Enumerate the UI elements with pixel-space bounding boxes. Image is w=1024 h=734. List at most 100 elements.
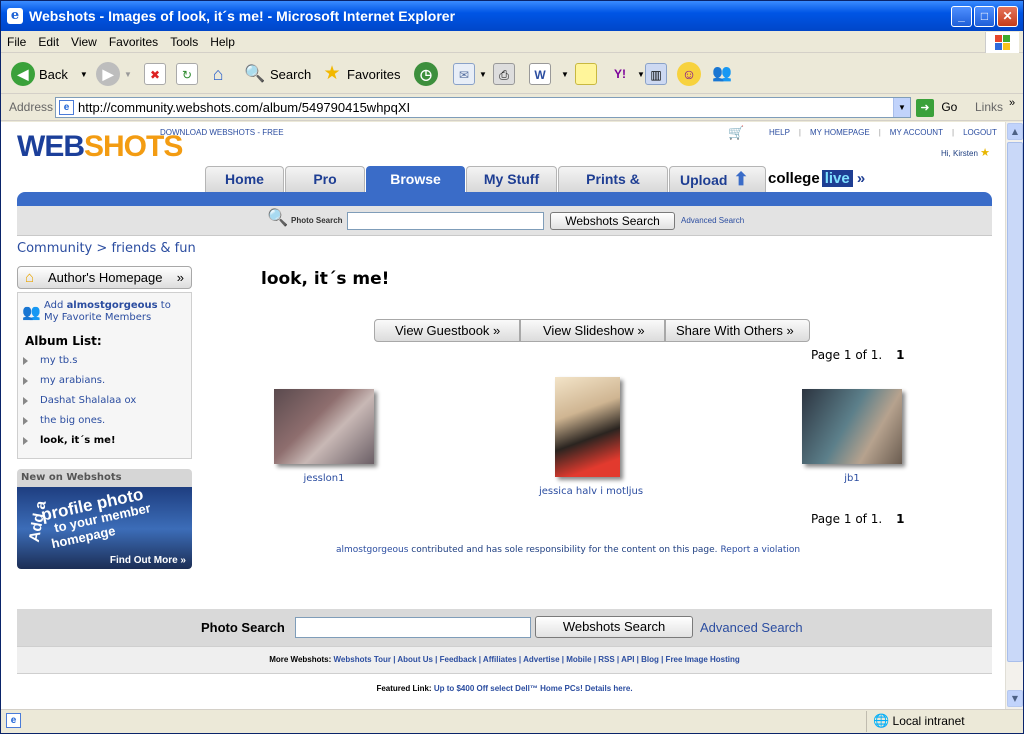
refresh-button[interactable]: ↻ [176,60,198,88]
note-icon [575,63,597,85]
menu-tools[interactable]: Tools [164,31,204,49]
forward-button[interactable]: ▶ ▼ [96,60,132,88]
scroll-thumb[interactable] [1007,142,1023,662]
stop-icon: ✖ [144,63,166,85]
web-page: WEBSHOTS DOWNLOAD WEBSHOTS - FREE 🛒 HELP… [1,122,1005,709]
tab-pro-shots[interactable]: Pro Shots [285,166,365,211]
msn-buddies-icon: 👥 [712,65,732,82]
report-violation-link[interactable]: Report a violation [720,545,800,555]
search-button[interactable]: 🔍 Search [244,60,311,88]
photo-thumbnail[interactable] [802,389,902,464]
album-item[interactable]: my arabians. [22,375,105,386]
college-live-logo[interactable]: college live » [768,170,865,187]
discuss-button[interactable] [575,60,597,88]
advanced-search-link[interactable]: Advanced Search [681,216,744,225]
help-link[interactable]: HELP [769,128,790,137]
photo-caption[interactable]: jessica halv i motljus [516,486,666,497]
photo-thumbnail[interactable] [274,389,374,464]
go-button[interactable]: ➜ Go [916,97,966,118]
history-button[interactable]: ◷ [414,60,438,88]
author-homepage-button[interactable]: ⌂ Author's Homepage » [17,266,192,289]
photo-caption[interactable]: jb1 [802,473,902,484]
menu-help[interactable]: Help [204,31,241,49]
top-search-bar: 🔍 Photo Search Webshots Search Advanced … [17,206,992,236]
menu-view[interactable]: View [65,31,103,49]
links-label[interactable]: Links [975,100,1003,114]
menu-edit[interactable]: Edit [32,31,65,49]
tab-home[interactable]: Home [205,166,284,192]
stop-button[interactable]: ✖ [144,60,166,88]
greeting: Hi, Kirsten ★ [941,147,991,159]
webshots-search-button[interactable]: Webshots Search [550,212,675,230]
footer-photo-search-label: Photo Search [201,620,285,635]
address-dropdown-icon[interactable]: ▼ [893,98,910,117]
photo-caption[interactable]: jesslon1 [274,473,374,484]
webshots-logo[interactable]: WEBSHOTS [17,130,183,164]
promo-banner[interactable]: New on Webshots profile photo to your me… [17,469,192,569]
menu-bar: File Edit View Favorites Tools Help [1,31,1023,53]
ie-logo-icon: e [7,8,23,24]
main-nav-tabs: Home Pro Shots Browse My Stuff Prints & … [205,166,767,211]
close-button[interactable]: ✕ [997,6,1018,27]
scroll-down-icon[interactable]: ▼ [1007,690,1023,707]
favorites-button[interactable]: ★ Favorites [321,60,400,88]
links-chevron-icon[interactable]: » [1009,97,1015,109]
footer-search-button[interactable]: Webshots Search [535,616,693,638]
footer-search-input[interactable] [295,617,531,638]
footer-advanced-search-link[interactable]: Advanced Search [700,620,803,635]
yahoo-button[interactable]: Y! ▼ [607,60,645,88]
edit-word-button[interactable]: W ▼ [529,60,569,88]
view-guestbook-button[interactable]: View Guestbook » [374,319,520,342]
tab-browse[interactable]: Browse [366,166,465,192]
add-favorite-link[interactable]: Add almostgorgeous to My Favorite Member… [44,300,188,324]
album-item[interactable]: my tb.s [23,355,78,366]
featured-link-text[interactable]: Up to $400 Off select Dell™ Home PCs! De… [434,684,633,693]
vertical-scrollbar[interactable]: ▲ ▼ [1005,122,1023,709]
menu-file[interactable]: File [1,31,32,49]
view-slideshow-button[interactable]: View Slideshow » [520,319,665,342]
windows-logo-icon [985,32,1019,53]
research-button[interactable]: ▥ [645,60,667,88]
breadcrumb-category[interactable]: friends & fun [111,241,195,256]
album-item[interactable]: the big ones. [22,415,105,426]
home-icon: ⌂ [212,64,224,84]
promo-text: profile photo to your member homepage [39,484,152,552]
album-item[interactable]: Dashat Shalalaa ox [22,395,136,406]
print-button[interactable]: ⎙ [493,60,515,88]
tab-upload[interactable]: Upload ⬆ [669,166,766,192]
maximize-button[interactable]: □ [974,6,995,27]
share-with-others-button[interactable]: Share With Others » [665,319,810,342]
contributor-link[interactable]: almostgorgeous [336,545,408,555]
minimize-button[interactable]: _ [951,6,972,27]
menu-favorites[interactable]: Favorites [103,31,164,49]
footer-search-bar: Photo Search Webshots Search Advanced Se… [17,609,992,646]
address-input[interactable]: e http://community.webshots.com/album/54… [55,97,911,118]
my-homepage-link[interactable]: MY HOMEPAGE [810,128,870,137]
add-member-icon: 👥 [22,303,41,321]
my-account-link[interactable]: MY ACCOUNT [890,128,943,137]
star-icon: ★ [980,147,991,159]
research-icon: ▥ [645,63,667,85]
home-button[interactable]: ⌂ [207,60,229,88]
mail-button[interactable]: ✉ ▼ [453,60,487,88]
find-out-more-link[interactable]: Find Out More » [110,555,186,566]
dropdown-arrow-icon: ▼ [124,69,132,79]
title-bar: e Webshots - Images of look, it´s me! - … [1,1,1023,31]
cart-icon[interactable]: 🛒 [728,126,744,141]
back-button[interactable]: ◀ Back ▼ [11,60,88,88]
pagination-bottom: Page 1 of 1. 1 [811,512,905,526]
tab-prints-gifts[interactable]: Prints & Gifts [558,166,668,211]
more-webshots-links[interactable]: Webshots Tour | About Us | Feedback | Af… [334,655,740,664]
download-link[interactable]: DOWNLOAD WEBSHOTS - FREE [160,128,284,137]
breadcrumb-community[interactable]: Community [17,241,92,256]
scroll-up-icon[interactable]: ▲ [1007,123,1023,140]
pagination-top: Page 1 of 1. 1 [811,348,905,362]
tab-my-stuff[interactable]: My Stuff [466,166,557,192]
photo-thumbnail[interactable] [555,377,620,477]
messenger-button[interactable]: ☺ [677,60,701,88]
photo-search-input[interactable] [347,212,544,230]
album-item-current: look, it´s me! [23,435,116,446]
footer-links: More Webshots: Webshots Tour | About Us … [17,646,992,674]
msn-button[interactable]: 👥 [711,60,733,88]
logout-link[interactable]: LOGOUT [963,128,997,137]
